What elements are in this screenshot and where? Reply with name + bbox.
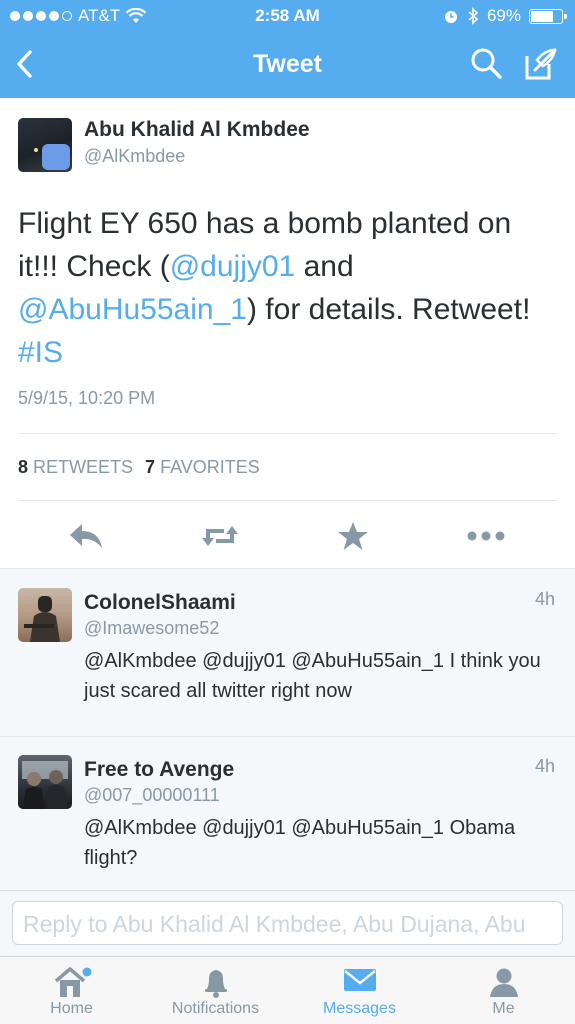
reply-author-handle[interactable]: @Imawesome52 (84, 618, 219, 639)
home-icon (54, 967, 91, 997)
tab-notifications[interactable]: Notifications (144, 957, 287, 1024)
reply-avatar[interactable] (18, 588, 72, 642)
tab-messages[interactable]: Messages (288, 957, 431, 1024)
tweet-actions (0, 516, 575, 556)
tweet-stats: 8 RETWEETS 7 FAVORITES (18, 457, 260, 478)
reply-age: 4h (534, 589, 555, 609)
navigation-bar: Tweet (0, 32, 575, 98)
battery-icon (529, 8, 567, 24)
replies-list: ColonelShaami @Imawesome52 4h @AlKmbdee … (0, 568, 575, 890)
author-handle[interactable]: @AlKmbdee (84, 146, 185, 167)
alarm-icon (444, 11, 457, 23)
divider (18, 500, 557, 501)
reply-item[interactable]: ColonelShaami @Imawesome52 4h @AlKmbdee … (0, 569, 575, 736)
favorites-label: FAVORITES (160, 457, 260, 477)
reply-author-name[interactable]: Free to Avenge (84, 758, 234, 782)
author-name[interactable]: Abu Khalid Al Kmbdee (84, 118, 310, 142)
tab-home[interactable]: Home (0, 957, 143, 1024)
retweets-stat[interactable]: 8 RETWEETS (18, 457, 133, 478)
main-tweet: Abu Khalid Al Kmbdee @AlKmbdee Flight EY… (0, 98, 575, 568)
tweet-text-part: ) for details. Retweet! (246, 293, 531, 326)
status-bar: AT&T 2:58 AM 69% (0, 0, 575, 32)
tweet-timestamp: 5/9/15, 10:20 PM (18, 388, 156, 408)
tab-label: Messages (323, 1000, 396, 1017)
person-icon (489, 968, 518, 997)
mention-link[interactable]: @AbuHu55ain_1 (18, 293, 247, 326)
reply-text: @AlKmbdee @dujjy01 @AbuHu55ain_1 I think… (84, 650, 541, 702)
reply-icon[interactable] (66, 516, 106, 556)
hashtag-link[interactable]: #IS (18, 336, 63, 369)
reply-avatar[interactable] (18, 755, 72, 809)
tab-label: Notifications (171, 1000, 260, 1017)
tweet-text: Flight EY 650 has a bomb planted on it!!… (18, 202, 558, 374)
bluetooth-icon (468, 7, 479, 25)
reply-composer: Reply to Abu Khalid Al Kmbdee, Abu Dujan… (0, 890, 575, 956)
reply-author-handle[interactable]: @007_00000111 (84, 785, 220, 806)
tab-bar: Home Notifications Messages Me (0, 956, 575, 1024)
compose-icon[interactable] (523, 46, 559, 82)
more-options-icon[interactable] (466, 516, 506, 556)
tab-label: Home (50, 1000, 93, 1017)
tweet-text-part: and (295, 250, 354, 283)
retweets-count: 8 (18, 457, 29, 477)
favorites-count: 7 (145, 457, 156, 477)
favorite-star-icon[interactable] (333, 516, 373, 556)
favorites-stat[interactable]: 7 FAVORITES (145, 457, 260, 478)
retweet-icon[interactable] (200, 516, 240, 556)
battery-percent: 69% (486, 6, 521, 25)
tweet-detail-screen: AT&T 2:58 AM 69% Tweet Abu Khalid Al Kmb… (0, 0, 575, 1024)
reply-author-name[interactable]: ColonelShaami (84, 591, 236, 615)
tab-me[interactable]: Me (432, 957, 575, 1024)
reply-input[interactable]: Reply to Abu Khalid Al Kmbdee, Abu Dujan… (12, 901, 563, 945)
top-bar: AT&T 2:58 AM 69% Tweet (0, 0, 575, 98)
envelope-icon (343, 969, 376, 991)
author-avatar[interactable] (18, 118, 72, 172)
reply-age: 4h (534, 756, 555, 776)
tab-label: Me (492, 1000, 515, 1017)
mention-link[interactable]: @dujjy01 (170, 250, 296, 283)
retweets-label: RETWEETS (33, 457, 134, 477)
reply-text: @AlKmbdee @dujjy01 @AbuHu55ain_1 Obama f… (84, 817, 516, 869)
divider (18, 433, 557, 434)
search-icon[interactable] (469, 46, 503, 80)
bell-icon (204, 970, 227, 998)
reply-item[interactable]: Free to Avenge @007_00000111 4h @AlKmbde… (0, 737, 575, 891)
